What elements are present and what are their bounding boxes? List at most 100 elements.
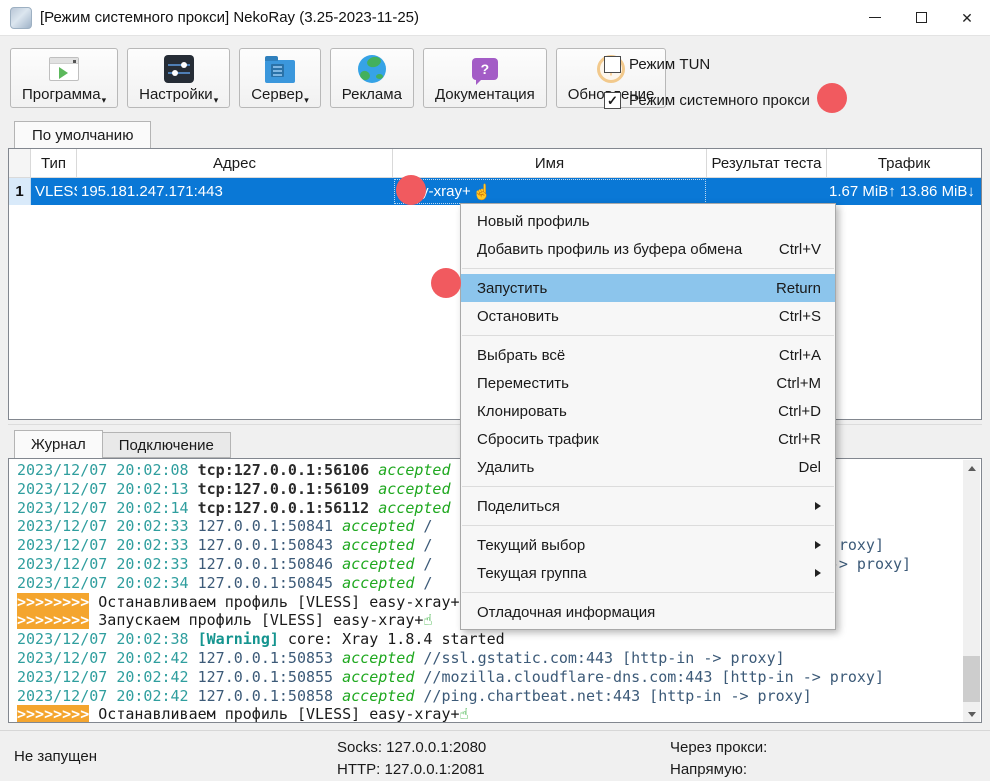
ads-button[interactable]: Реклама bbox=[330, 48, 414, 108]
menu-item-select-all[interactable]: Выбрать всёCtrl+A bbox=[461, 341, 835, 369]
tab-connections[interactable]: Подключение bbox=[103, 432, 231, 458]
menu-item-shortcut: Ctrl+A bbox=[779, 347, 821, 364]
window-title: [Режим системного прокси] NekoRay (3.25-… bbox=[40, 9, 419, 26]
settings-icon bbox=[162, 54, 196, 84]
close-button[interactable]: ✕ bbox=[944, 0, 990, 36]
header-address[interactable]: Адрес bbox=[77, 149, 393, 177]
header-corner bbox=[9, 149, 31, 177]
menu-item-label: Запустить bbox=[477, 280, 776, 297]
menu-item-label: Поделиться bbox=[477, 498, 815, 515]
menu-item-label: Новый профиль bbox=[477, 213, 821, 230]
tun-mode-label: Режим TUN bbox=[629, 56, 710, 73]
menu-item-current-select[interactable]: Текущий выбор bbox=[461, 531, 835, 559]
log-line: 2023/12/07 20:02:38 [Warning] core: Xray… bbox=[17, 630, 961, 649]
context-menu: Новый профиль Добавить профиль из буфера … bbox=[460, 203, 836, 630]
menu-item-delete[interactable]: УдалитьDel bbox=[461, 453, 835, 481]
mode-checkboxes: Режим TUN ✓ Режим системного прокси bbox=[604, 54, 810, 126]
annotation-dot bbox=[396, 175, 426, 205]
menu-item-share[interactable]: Поделиться bbox=[461, 492, 835, 520]
menu-item-shortcut: Del bbox=[798, 459, 821, 476]
system-proxy-checkbox[interactable]: ✓ Режим системного прокси bbox=[604, 90, 810, 110]
header-name[interactable]: Имя bbox=[393, 149, 707, 177]
log-scrollbar[interactable] bbox=[963, 460, 980, 723]
checkbox-checked-icon: ✓ bbox=[604, 92, 621, 109]
menu-separator bbox=[462, 335, 834, 336]
menu-item-add-profile-from-clipboard[interactable]: Добавить профиль из буфера обменаCtrl+V bbox=[461, 235, 835, 263]
scroll-down-button[interactable] bbox=[963, 706, 980, 723]
header-traffic[interactable]: Трафик bbox=[827, 149, 981, 177]
status-listen-addresses: Socks: 127.0.0.1:2080 HTTP: 127.0.0.1:20… bbox=[337, 737, 486, 781]
cell-address[interactable]: 195.181.247.171:443 bbox=[77, 178, 393, 205]
menu-item-shortcut: Ctrl+R bbox=[778, 431, 821, 448]
log-line: 2023/12/07 20:02:42 127.0.0.1:50855 acce… bbox=[17, 668, 961, 687]
hand-icon: ☝ bbox=[473, 183, 492, 201]
cell-type[interactable]: VLESS bbox=[31, 178, 77, 205]
scroll-up-icon bbox=[968, 466, 976, 471]
minimize-icon bbox=[869, 17, 881, 18]
table-header: Тип Адрес Имя Результат теста Трафик bbox=[9, 149, 981, 178]
menu-item-debug-info[interactable]: Отладочная информация bbox=[461, 598, 835, 626]
program-button[interactable]: Программа▾ bbox=[10, 48, 118, 108]
scroll-down-icon bbox=[968, 712, 976, 717]
submenu-arrow-icon bbox=[815, 541, 821, 549]
status-via-proxy: Через прокси: bbox=[670, 737, 767, 759]
minimize-button[interactable] bbox=[852, 0, 898, 36]
status-bar: Не запущен Socks: 127.0.0.1:2080 HTTP: 1… bbox=[0, 730, 990, 780]
menu-separator bbox=[462, 525, 834, 526]
cell-traffic[interactable]: 1.67 MiB↑ 13.86 MiB↓ bbox=[827, 178, 981, 205]
program-icon bbox=[47, 54, 81, 84]
documentation-button[interactable]: ? Документация bbox=[423, 48, 547, 108]
menu-item-clone[interactable]: КлонироватьCtrl+D bbox=[461, 397, 835, 425]
server-button-label: Сервер bbox=[251, 86, 303, 103]
menu-item-current-group[interactable]: Текущая группа bbox=[461, 559, 835, 587]
menu-item-shortcut: Ctrl+M bbox=[776, 375, 821, 392]
menu-item-label: Остановить bbox=[477, 308, 779, 325]
globe-icon bbox=[355, 54, 389, 84]
maximize-button[interactable] bbox=[898, 0, 944, 36]
toolbar: Программа▾ Настройки▾ Сервер▾ Реклама ? … bbox=[10, 48, 666, 108]
menu-item-run[interactable]: ЗапуститьReturn bbox=[461, 274, 835, 302]
menu-item-label: Клонировать bbox=[477, 403, 778, 420]
cell-test-result[interactable] bbox=[707, 178, 827, 205]
cell-name[interactable]: easy-xray+☝ bbox=[393, 178, 707, 205]
dropdown-caret-icon: ▾ bbox=[102, 95, 107, 106]
scrollbar-thumb[interactable] bbox=[963, 656, 980, 702]
menu-item-label: Выбрать всё bbox=[477, 347, 779, 364]
tab-default-group[interactable]: По умолчанию bbox=[14, 121, 151, 148]
server-button[interactable]: Сервер▾ bbox=[239, 48, 321, 108]
status-direct: Напрямую: bbox=[670, 759, 767, 781]
menu-item-new-profile[interactable]: Новый профиль bbox=[461, 207, 835, 235]
dropdown-caret-icon: ▾ bbox=[214, 95, 219, 106]
settings-button[interactable]: Настройки▾ bbox=[127, 48, 230, 108]
documentation-button-label: Документация bbox=[435, 86, 535, 103]
row-number: 1 bbox=[9, 178, 31, 205]
menu-item-move[interactable]: ПереместитьCtrl+M bbox=[461, 369, 835, 397]
menu-item-stop[interactable]: ОстановитьCtrl+S bbox=[461, 302, 835, 330]
menu-item-reset-traffic[interactable]: Сбросить трафикCtrl+R bbox=[461, 425, 835, 453]
log-line: 2023/12/07 20:02:42 127.0.0.1:50858 acce… bbox=[17, 687, 961, 706]
menu-item-label: Сбросить трафик bbox=[477, 431, 778, 448]
status-traffic-labels: Через прокси: Напрямую: bbox=[670, 737, 767, 781]
settings-button-label: Настройки bbox=[139, 86, 213, 103]
scroll-up-button[interactable] bbox=[963, 460, 980, 477]
app-icon bbox=[10, 7, 32, 29]
ads-button-label: Реклама bbox=[342, 86, 402, 103]
menu-item-label: Текущий выбор bbox=[477, 537, 815, 554]
submenu-arrow-icon bbox=[815, 569, 821, 577]
checkbox-unchecked-icon bbox=[604, 56, 621, 73]
title-bar: [Режим системного прокси] NekoRay (3.25-… bbox=[0, 0, 990, 36]
program-button-label: Программа bbox=[22, 86, 101, 103]
header-test-result[interactable]: Результат теста bbox=[707, 149, 827, 177]
annotation-dot bbox=[817, 83, 847, 113]
menu-item-label: Удалить bbox=[477, 459, 798, 476]
maximize-icon bbox=[916, 12, 927, 23]
group-tab-bar: По умолчанию bbox=[14, 121, 151, 148]
menu-separator bbox=[462, 592, 834, 593]
table-row[interactable]: 1 VLESS 195.181.247.171:443 easy-xray+☝ … bbox=[9, 178, 981, 205]
menu-item-label: Отладочная информация bbox=[477, 604, 821, 621]
header-type[interactable]: Тип bbox=[31, 149, 77, 177]
annotation-dot bbox=[431, 268, 461, 298]
tab-log[interactable]: Журнал bbox=[14, 430, 103, 458]
tun-mode-checkbox[interactable]: Режим TUN bbox=[604, 54, 810, 74]
menu-separator bbox=[462, 268, 834, 269]
